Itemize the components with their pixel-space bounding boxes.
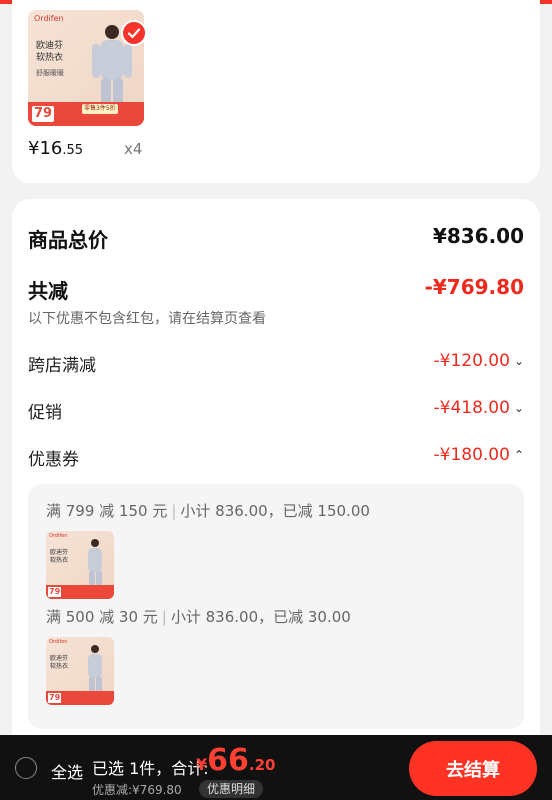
quantity: x4 bbox=[124, 140, 143, 158]
chevron-down-icon: ⌄ bbox=[513, 354, 524, 368]
coupon-rule: 满 799 减 150 元 bbox=[46, 502, 168, 520]
thumbnail-product-name: 欧迪芬 软热衣 bbox=[50, 655, 69, 670]
reduce-value: -¥769.80 bbox=[424, 275, 524, 299]
checkout-button[interactable]: 去结算 bbox=[409, 741, 537, 796]
selected-check-icon[interactable] bbox=[121, 20, 147, 46]
thumbnail-price-bar: 79 bbox=[46, 585, 114, 599]
brand-logo: Ordifen bbox=[34, 14, 64, 23]
discount-summary: 优惠减:¥769.80 bbox=[92, 783, 182, 797]
coupon-product-thumbnail[interactable]: Ordifen 欧迪芬 软热衣 79 bbox=[46, 637, 114, 705]
cross-store-discount-label: 跨店满减 bbox=[28, 356, 96, 376]
brand-logo: Ordifen bbox=[49, 533, 68, 539]
brand-logo: Ordifen bbox=[49, 639, 68, 645]
unit-price-int: ¥16 bbox=[28, 138, 63, 159]
total-amount: ¥66.20 bbox=[196, 743, 275, 778]
total-dec: .20 bbox=[248, 756, 276, 774]
coupon-rule: 满 500 减 30 元 bbox=[46, 608, 158, 626]
select-all-radio[interactable] bbox=[15, 757, 37, 779]
total-value: ¥836.00 bbox=[432, 224, 524, 248]
reduce-label: 共减 bbox=[28, 279, 68, 303]
cross-store-discount-value: -¥120.00 bbox=[433, 351, 510, 371]
thumbnail-price: 79 bbox=[48, 587, 62, 597]
coupon-rule-line: 满 799 减 150 元 | 小计 836.00，已减 150.00 bbox=[46, 500, 370, 521]
coupon-detail-panel: 满 799 减 150 元 | 小计 836.00，已减 150.00 Ordife… bbox=[28, 484, 524, 729]
total-int: 66 bbox=[207, 743, 249, 778]
divider: | bbox=[171, 502, 177, 520]
divider: | bbox=[161, 608, 167, 626]
promotion-label: 促销 bbox=[28, 403, 62, 423]
selected-count-text: 已选 1件，合计: bbox=[92, 759, 209, 778]
unit-price: ¥16.55 bbox=[28, 138, 83, 159]
coupon-subtotal: 小计 836.00，已减 150.00 bbox=[180, 502, 370, 520]
thumbnail-price-bar: 79 零售3件5折 bbox=[28, 102, 144, 126]
thumbnail-product-name: 欧迪芬 软热衣 bbox=[36, 41, 64, 63]
thumbnail-subtitle: 舒服暖暖 bbox=[36, 69, 64, 77]
checkout-bar: 全选 已选 1件，合计: ¥66.20 优惠减:¥769.80 优惠明细 去结算 bbox=[0, 735, 552, 800]
coupon-value: -¥180.00 bbox=[433, 445, 510, 465]
coupon-label: 优惠券 bbox=[28, 450, 79, 470]
total-label: 商品总价 bbox=[28, 228, 108, 252]
price-summary-card: 商品总价 ¥836.00 共减 -¥769.80 以下优惠不包含红包，请在结算页… bbox=[12, 199, 540, 759]
chevron-up-icon: ⌃ bbox=[513, 448, 524, 462]
total-currency: ¥ bbox=[196, 755, 208, 774]
thumbnail-price-bar: 79 bbox=[46, 691, 114, 705]
promotion-value: -¥418.00 bbox=[433, 398, 510, 418]
discount-note: 以下优惠不包含红包，请在结算页查看 bbox=[28, 311, 266, 327]
product-card: Ordifen 欧迪芬 软热衣 舒服暖暖 79 零售3件5折 ¥16.55 x4 bbox=[12, 0, 540, 183]
unit-price-dec: .55 bbox=[62, 143, 84, 158]
chevron-down-icon: ⌄ bbox=[513, 401, 524, 415]
coupon-product-thumbnail[interactable]: Ordifen 欧迪芬 软热衣 79 bbox=[46, 531, 114, 599]
thumbnail-promo-tag: 零售3件5折 bbox=[82, 104, 118, 114]
coupon-subtotal: 小计 836.00，已减 30.00 bbox=[170, 608, 351, 626]
select-all-label[interactable]: 全选 bbox=[51, 759, 83, 783]
thumbnail-product-name: 欧迪芬 软热衣 bbox=[50, 549, 69, 564]
thumbnail-price: 79 bbox=[32, 106, 55, 122]
coupon-rule-line: 满 500 减 30 元 | 小计 836.00，已减 30.00 bbox=[46, 606, 351, 627]
discount-detail-button[interactable]: 优惠明细 bbox=[199, 780, 264, 798]
thumbnail-price: 79 bbox=[48, 693, 62, 703]
